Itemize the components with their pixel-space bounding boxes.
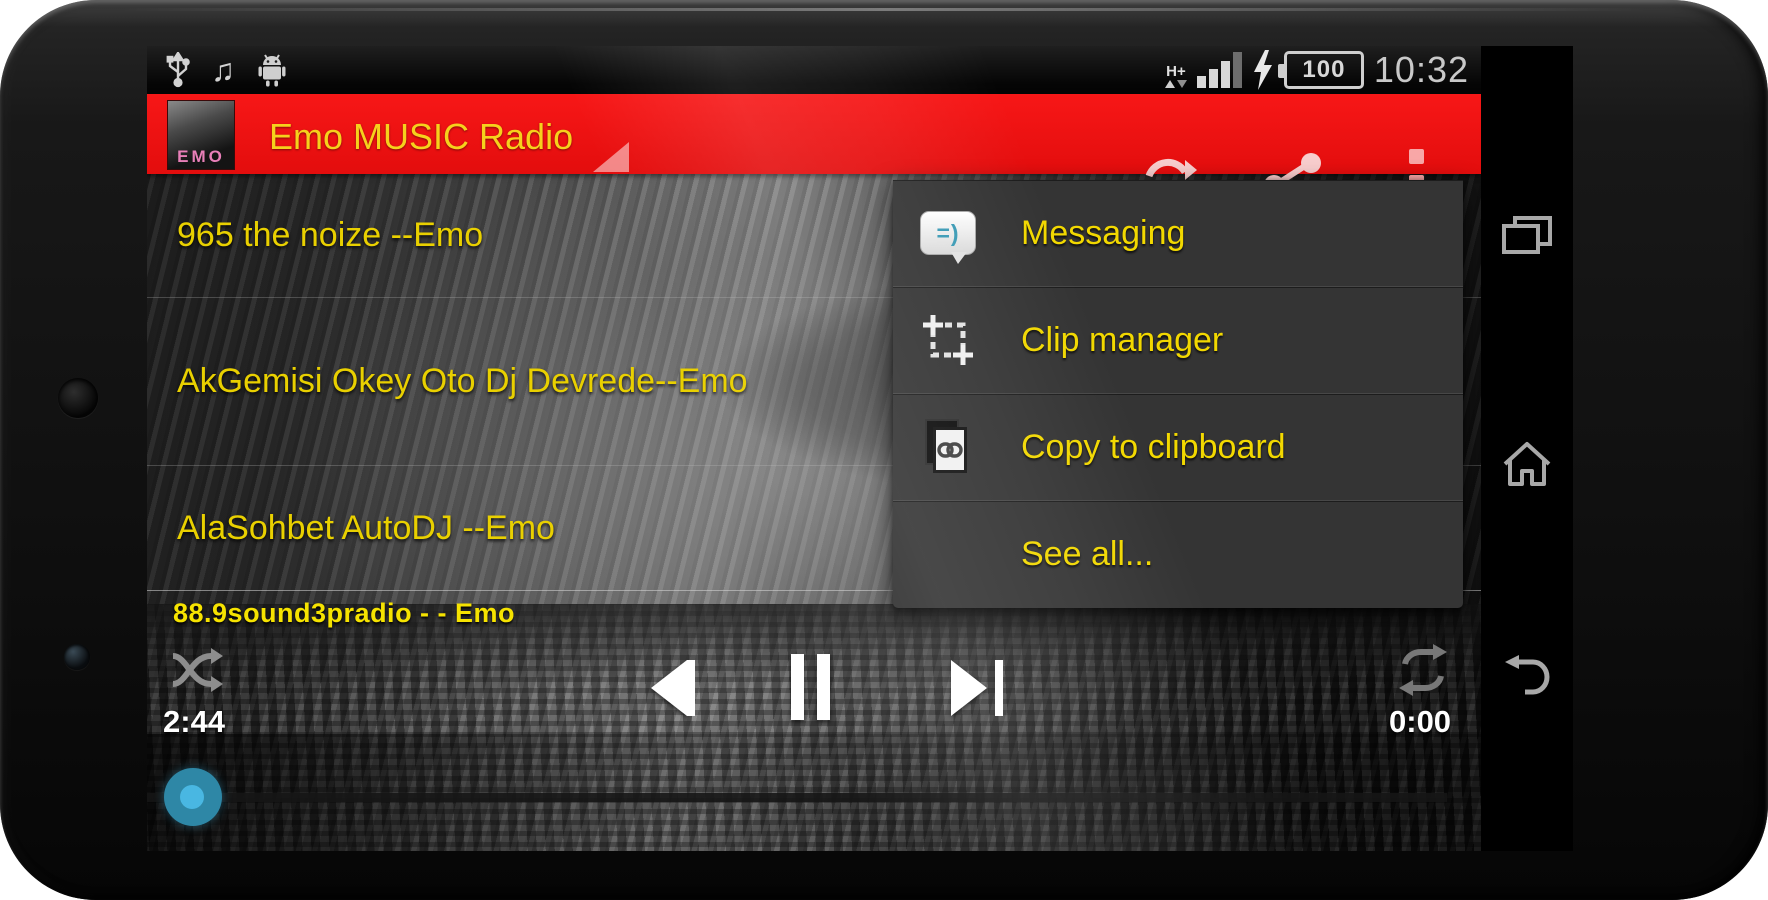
pause-button[interactable] (791, 654, 843, 720)
menu-item-clip-manager[interactable]: Clip manager (893, 287, 1463, 394)
end-time-label: 0:00 (1389, 704, 1452, 739)
share-popup-menu: =) Messaging Clip manager Copy to clipbo… (893, 180, 1463, 608)
menu-item-label: Messaging (1021, 213, 1186, 252)
back-icon[interactable] (1501, 654, 1553, 700)
phone-bezel: ♫ H+ 100 10:32 EMO Emo MUSIC Radio 965 t… (0, 0, 1768, 900)
speaker-grille (58, 378, 98, 418)
charging-bolt-icon (1253, 50, 1272, 90)
battery-percent-label: 100 (1302, 56, 1346, 83)
seek-track[interactable] (147, 793, 1447, 802)
now-playing-label: 88.9sound3pradio - - Emo (173, 598, 516, 628)
album-badge-label: EMO (177, 147, 225, 167)
android-icon (258, 54, 286, 87)
seek-bar[interactable] (147, 768, 1447, 826)
status-bar: ♫ H+ 100 10:32 (147, 46, 1481, 94)
previous-button[interactable] (633, 658, 695, 718)
home-icon[interactable] (1501, 438, 1553, 488)
station-name: 965 the noize --Emo (177, 216, 484, 254)
menu-item-copy-to-clipboard[interactable]: Copy to clipboard (893, 394, 1463, 501)
title-spinner-triangle-icon[interactable] (593, 142, 629, 172)
action-bar: EMO Emo MUSIC Radio (147, 94, 1481, 217)
signal-strength-icon (1196, 52, 1242, 88)
status-bar-right: H+ 100 10:32 (1164, 49, 1481, 90)
messaging-app-icon: =) (919, 204, 977, 264)
app-title[interactable]: Emo MUSIC Radio (269, 116, 573, 158)
battery-icon: 100 (1277, 51, 1364, 89)
repeat-icon[interactable] (1395, 644, 1451, 696)
station-name: AlaSohbet AutoDJ --Emo (177, 508, 555, 547)
navigation-bar (1481, 46, 1573, 851)
music-note-icon: ♫ (211, 52, 235, 88)
station-name: AkGemisi Okey Oto Dj Devrede--Emo (177, 362, 748, 400)
menu-item-label: Clip manager (1021, 320, 1224, 359)
phone-screen: ♫ H+ 100 10:32 EMO Emo MUSIC Radio 965 t… (147, 46, 1481, 851)
menu-item-label: See all... (1021, 535, 1154, 573)
network-type-label: H+ (1166, 63, 1186, 80)
menu-item-messaging[interactable]: =) Messaging (893, 180, 1463, 287)
elapsed-time-label: 2:44 (163, 704, 226, 739)
menu-item-label: Copy to clipboard (1021, 427, 1286, 466)
clock-label: 10:32 (1373, 49, 1469, 90)
recent-apps-icon[interactable] (1501, 214, 1553, 258)
front-camera (64, 644, 90, 670)
usb-icon (166, 52, 190, 88)
status-bar-left: ♫ (147, 52, 289, 88)
shuffle-icon[interactable] (171, 644, 229, 696)
clip-manager-icon (919, 311, 977, 369)
screenshot-stage: ♫ H+ 100 10:32 EMO Emo MUSIC Radio 965 t… (0, 0, 1768, 900)
seek-thumb[interactable] (164, 768, 222, 826)
copy-to-clipboard-icon (919, 418, 977, 476)
bezel-top-highlight (120, 8, 1648, 11)
data-activity-arrows (1164, 80, 1187, 88)
network-indicator: H+ (1164, 63, 1187, 88)
menu-item-see-all[interactable]: See all... (893, 501, 1463, 608)
next-button[interactable] (943, 658, 1005, 718)
album-art-thumbnail[interactable]: EMO (167, 100, 235, 170)
